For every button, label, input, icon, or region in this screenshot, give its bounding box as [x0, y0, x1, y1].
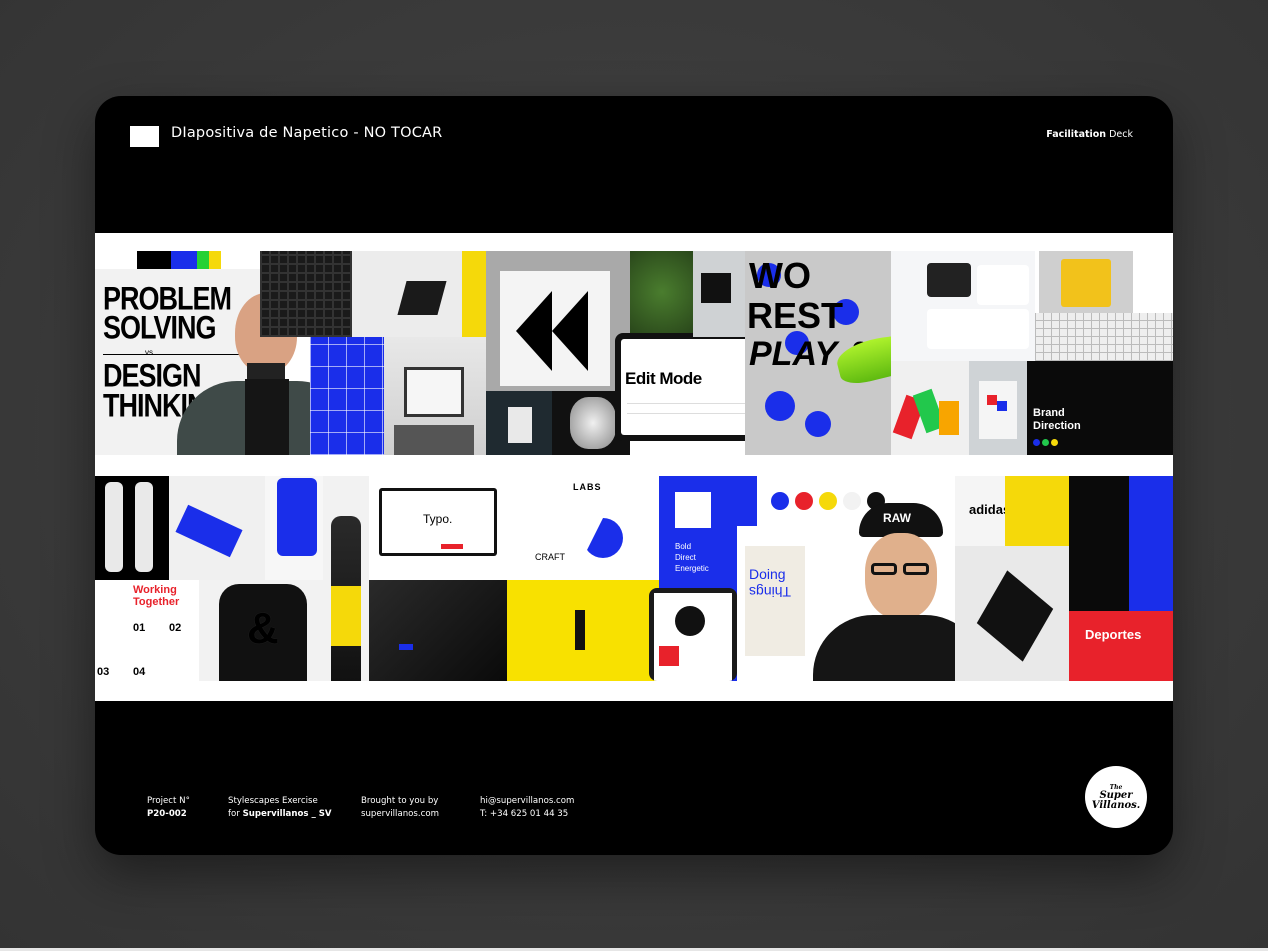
yellow-panel: [462, 251, 486, 337]
exercise-for: for: [228, 808, 240, 819]
number-02: 02: [169, 622, 182, 634]
brand-direction-tile: Brand Direction: [1027, 361, 1173, 455]
doing-text: Doing: [749, 566, 786, 582]
slide-thumbnail-icon[interactable]: [130, 126, 159, 147]
black-profile-tile: [1069, 476, 1129, 611]
logo-line3: Villanos.: [1091, 799, 1141, 811]
craft-text: CRAFT: [535, 552, 565, 562]
cap-text: RAW: [883, 511, 911, 525]
tablet-edit-mode: Edit Mode: [615, 333, 763, 441]
deck-label: Facilitation Deck: [1046, 129, 1133, 140]
grid-pattern-tile: [1035, 313, 1173, 361]
contact-phone: T: +34 625 01 44 35: [480, 808, 569, 819]
blue-icon-grid: [310, 337, 384, 455]
exercise-client: Supervillanos _ SV: [242, 808, 332, 819]
reflection-bottles: [95, 476, 169, 580]
labs-craft-tile: LABS CRAFT: [507, 476, 659, 580]
u-sign-photo: [693, 251, 745, 337]
deportes-text: Deportes: [1085, 627, 1142, 642]
number-04: 04: [133, 666, 146, 678]
stylescape-collage: PROBLEM SOLVING vs DESIGN THINKING Edit …: [95, 233, 1173, 701]
footer-brought-by: Brought to you by supervillanos.com: [361, 795, 439, 820]
bold-text: Bold: [675, 542, 692, 551]
ampersand-print: &: [247, 604, 279, 653]
book-mockup: [352, 251, 462, 337]
poster-text-vs: vs: [145, 348, 153, 357]
exercise-label: Stylescapes Exercise: [228, 796, 318, 806]
energetic-text: Energetic: [675, 564, 709, 573]
footer-project: Project N° P20-002: [147, 795, 190, 820]
tshirt-photo: &: [199, 580, 327, 681]
interior-photo: [384, 337, 486, 455]
yellow-athlete-photo: [1005, 476, 1069, 546]
adidas-text: adidas: [969, 502, 1011, 517]
working-together-title-1: Working: [133, 584, 177, 596]
phone-poster: [969, 361, 1027, 455]
brand-direction-line1: Brand: [1033, 407, 1065, 419]
lanyard-badge: [486, 391, 552, 455]
slide-title: DIapositiva de Napetico - NO TOCAR: [171, 125, 443, 141]
typo-text: Typo.: [423, 512, 453, 526]
brand-direction-line2: Direction: [1033, 420, 1081, 432]
brought-website[interactable]: supervillanos.com: [361, 808, 439, 821]
slide-footer: Project N° P20-002 Stylescapes Exercise …: [95, 786, 1173, 826]
dashboard-ui: [891, 251, 1035, 361]
business-card-photo: [169, 476, 265, 580]
black-box-photo: [369, 580, 507, 681]
things-text: Things: [749, 584, 792, 600]
slide-window: DIapositiva de Napetico - NO TOCAR Facil…: [95, 96, 1173, 855]
brought-label: Brought to you by: [361, 796, 439, 806]
yellow-product-photo: [507, 580, 659, 681]
monitor-typo: Typo.: [369, 476, 507, 580]
project-label: Project N°: [147, 796, 190, 806]
footer-exercise: Stylescapes Exercise for Supervillanos _…: [228, 795, 332, 820]
tablet-mockup-red: [649, 588, 737, 681]
working-together-title-2: Together: [133, 596, 180, 608]
footer-contact: hi@supervillanos.com T: +34 625 01 44 35: [480, 795, 574, 820]
project-value: P20-002: [147, 808, 187, 819]
dark-pattern-tile: [260, 251, 352, 337]
number-01: 01: [133, 622, 146, 634]
logo-line2: Super: [1099, 789, 1133, 801]
deportes-red-tile: Deportes: [1069, 611, 1173, 681]
colorful-3d-letters: [891, 361, 969, 455]
edit-mode-title: Edit Mode: [625, 369, 702, 388]
blue-web-tile: [1129, 476, 1173, 611]
working-together-panel: Working Together 01 02 03 04: [95, 580, 199, 681]
poster-text-work: WO: [749, 255, 811, 296]
labs-text: LABS: [573, 482, 602, 492]
k-sign-photo: [486, 251, 630, 391]
supervillanos-logo: The Super Villanos.: [1085, 766, 1147, 828]
number-03: 03: [97, 666, 110, 678]
thefutur-text: thefutur: [675, 520, 709, 530]
yellow-book-photo: [1039, 251, 1133, 313]
direct-text: Direct: [675, 553, 696, 562]
white-3d-shape-photo: [955, 546, 1069, 681]
bottle-photo: [323, 476, 369, 681]
contact-email[interactable]: hi@supervillanos.com: [480, 795, 574, 808]
color-bars: [137, 251, 263, 269]
